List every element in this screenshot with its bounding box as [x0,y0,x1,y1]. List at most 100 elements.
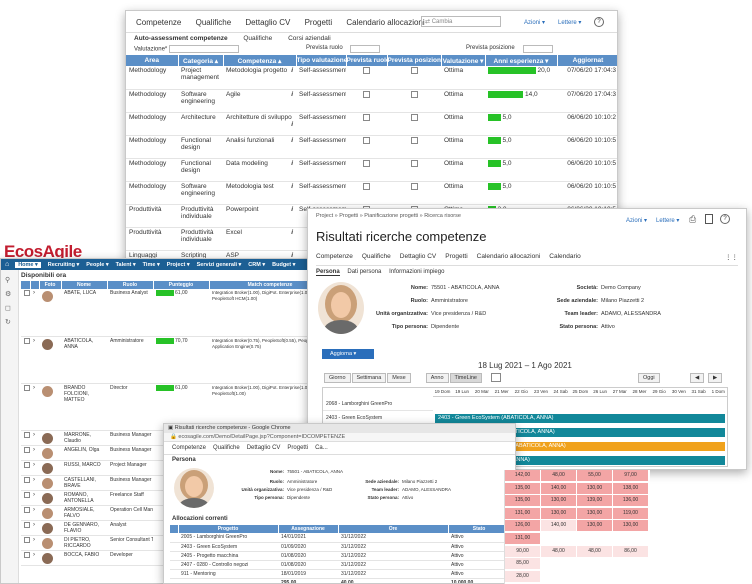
info-icon[interactable]: i [291,206,293,213]
column-header[interactable]: Competenza ▴ [223,55,297,66]
info-icon[interactable]: i [291,91,293,98]
filter-valutazione-select[interactable] [169,45,240,53]
subtab-qualifiche[interactable]: Qualifiche [243,35,272,42]
change-select[interactable]: ⇄ Cambia [421,16,501,27]
column-header[interactable]: Ore [338,525,449,533]
row-checkbox[interactable] [24,506,30,513]
allocation-bar[interactable]: 2403 - Green EcoSystem (ABATICOLA, ANNA) [435,414,725,423]
position-checkbox[interactable] [410,136,418,144]
expand-icon[interactable]: › [30,336,39,384]
role-checkbox[interactable] [363,67,370,74]
expand-icon[interactable]: › [30,505,39,521]
subtab-persona[interactable]: Persona [316,269,340,276]
position-checkbox[interactable] [410,113,418,121]
tab-competenze[interactable]: Competenze [136,18,181,27]
help-icon[interactable]: ? [720,214,730,224]
column-header[interactable]: Aggiornat [557,55,617,66]
home-icon[interactable]: ⌂ [5,261,9,268]
column-header[interactable]: Nome [61,281,108,289]
nav-tab[interactable]: Progetti [287,445,308,451]
view-mese-button[interactable]: Mese [387,373,411,384]
view-giorno-button[interactable]: Giorno [324,373,351,384]
lettere-menu[interactable]: Lettere ▾ [558,19,581,26]
row-checkbox[interactable] [24,551,30,558]
info-icon[interactable]: i [291,137,293,144]
column-header[interactable]: Prevista ruolo [346,55,388,66]
pdf-icon[interactable] [705,214,713,224]
save-icon[interactable]: ◻ [5,304,14,312]
expand-icon[interactable]: › [30,430,39,446]
nav-item[interactable]: Talent ▾ [116,262,136,268]
tab-progetti[interactable]: Progetti [305,18,333,27]
position-checkbox[interactable] [410,90,418,98]
column-header[interactable]: Foto [39,281,62,289]
row-checkbox[interactable] [24,536,30,543]
column-header[interactable]: Stato [448,525,511,533]
role-checkbox[interactable] [363,90,370,98]
column-header[interactable] [170,525,179,533]
nav-tab[interactable]: Qualifiche [213,445,240,451]
date-picker-icon[interactable] [490,373,501,382]
info-icon[interactable]: i [291,160,293,167]
row-checkbox[interactable] [24,476,30,483]
filter-posizione-select[interactable] [523,45,553,53]
nav-tab[interactable]: Competenze [172,445,206,451]
expand-icon[interactable]: › [30,289,39,337]
subtab-informazioni-impiego[interactable]: Informazioni impiego [389,269,444,275]
aggiorna-button[interactable]: Aggiorna ▾ [322,349,374,359]
nav-item[interactable]: Servizi generali ▾ [197,262,242,268]
table-row[interactable]: › ABATE, LUCA Business Analyst 61,00 Integra… [21,289,329,337]
nav-tab[interactable]: Qualifiche [362,253,391,260]
table-row[interactable]: › ABATICOLA, ANNA Amministratore 70,70 Integ… [21,336,329,384]
info-icon[interactable]: i [291,183,293,190]
nav-item[interactable]: Recruiting ▾ [48,262,80,268]
nav-tab[interactable]: Dettaglio CV [247,445,281,451]
expand-icon[interactable]: › [30,520,39,536]
azioni-menu[interactable]: Azioni ▾ [524,19,545,26]
column-header[interactable]: Prevista posizione [387,55,442,66]
nav-item[interactable]: Project ▾ [167,262,190,268]
expand-icon[interactable]: › [30,383,39,431]
filter-ruolo-select[interactable] [350,45,380,53]
print-icon[interactable]: ⎙ [689,214,696,225]
nav-tab[interactable]: Calendario allocazioni [477,253,541,260]
nav-tab[interactable]: Progetti [445,253,467,260]
position-checkbox[interactable] [410,159,418,167]
column-header[interactable] [30,281,40,289]
role-checkbox[interactable] [363,159,370,167]
nav-item[interactable]: Budget ▾ [272,262,295,268]
refresh-icon[interactable]: ↻ [5,318,14,326]
info-icon[interactable]: i [291,229,293,236]
help-icon[interactable]: ? [594,17,604,27]
info-icon[interactable]: i [291,121,293,128]
position-checkbox[interactable] [410,67,418,74]
role-checkbox[interactable] [363,182,370,190]
search-icon[interactable]: ⚲ [5,276,14,284]
nav-item[interactable]: Home ▾ [15,262,41,268]
subtab-auto-assessment[interactable]: Auto-assessment competenze [134,35,228,42]
view-timeline-button[interactable]: TimeLine [449,373,482,384]
nav-tab[interactable]: Ca... [315,445,328,451]
row-checkbox[interactable] [24,521,30,528]
expand-icon[interactable]: › [30,550,39,566]
expand-icon[interactable]: › [30,535,39,551]
column-header[interactable]: Tipo valutazione [296,55,347,66]
nav-tab[interactable]: Dettaglio CV [400,253,437,260]
column-header[interactable]: Area [126,55,179,66]
column-header[interactable]: Assegnazione [278,525,339,533]
nav-item[interactable]: CRM ▾ [248,262,265,268]
grid-icon[interactable]: ⋮⋮ [725,253,738,261]
prev-button[interactable]: ◀ [690,373,705,383]
resource-row[interactable]: 2068 - Lamborghini GreenPro [323,397,433,411]
nav-tab[interactable]: Calendario [549,253,580,260]
role-checkbox[interactable] [363,113,370,121]
expand-icon[interactable]: › [30,460,39,476]
position-checkbox[interactable] [410,182,418,190]
view-anno-button[interactable]: Anno [425,373,449,384]
row-checkbox[interactable] [24,491,30,498]
today-button[interactable]: Oggi [638,373,660,383]
row-checkbox[interactable] [24,431,30,438]
nav-item[interactable]: Time ▾ [143,262,160,268]
column-header[interactable]: Anni esperienza ▾ [485,55,558,66]
azioni-menu[interactable]: Azioni ▾ [626,217,647,224]
